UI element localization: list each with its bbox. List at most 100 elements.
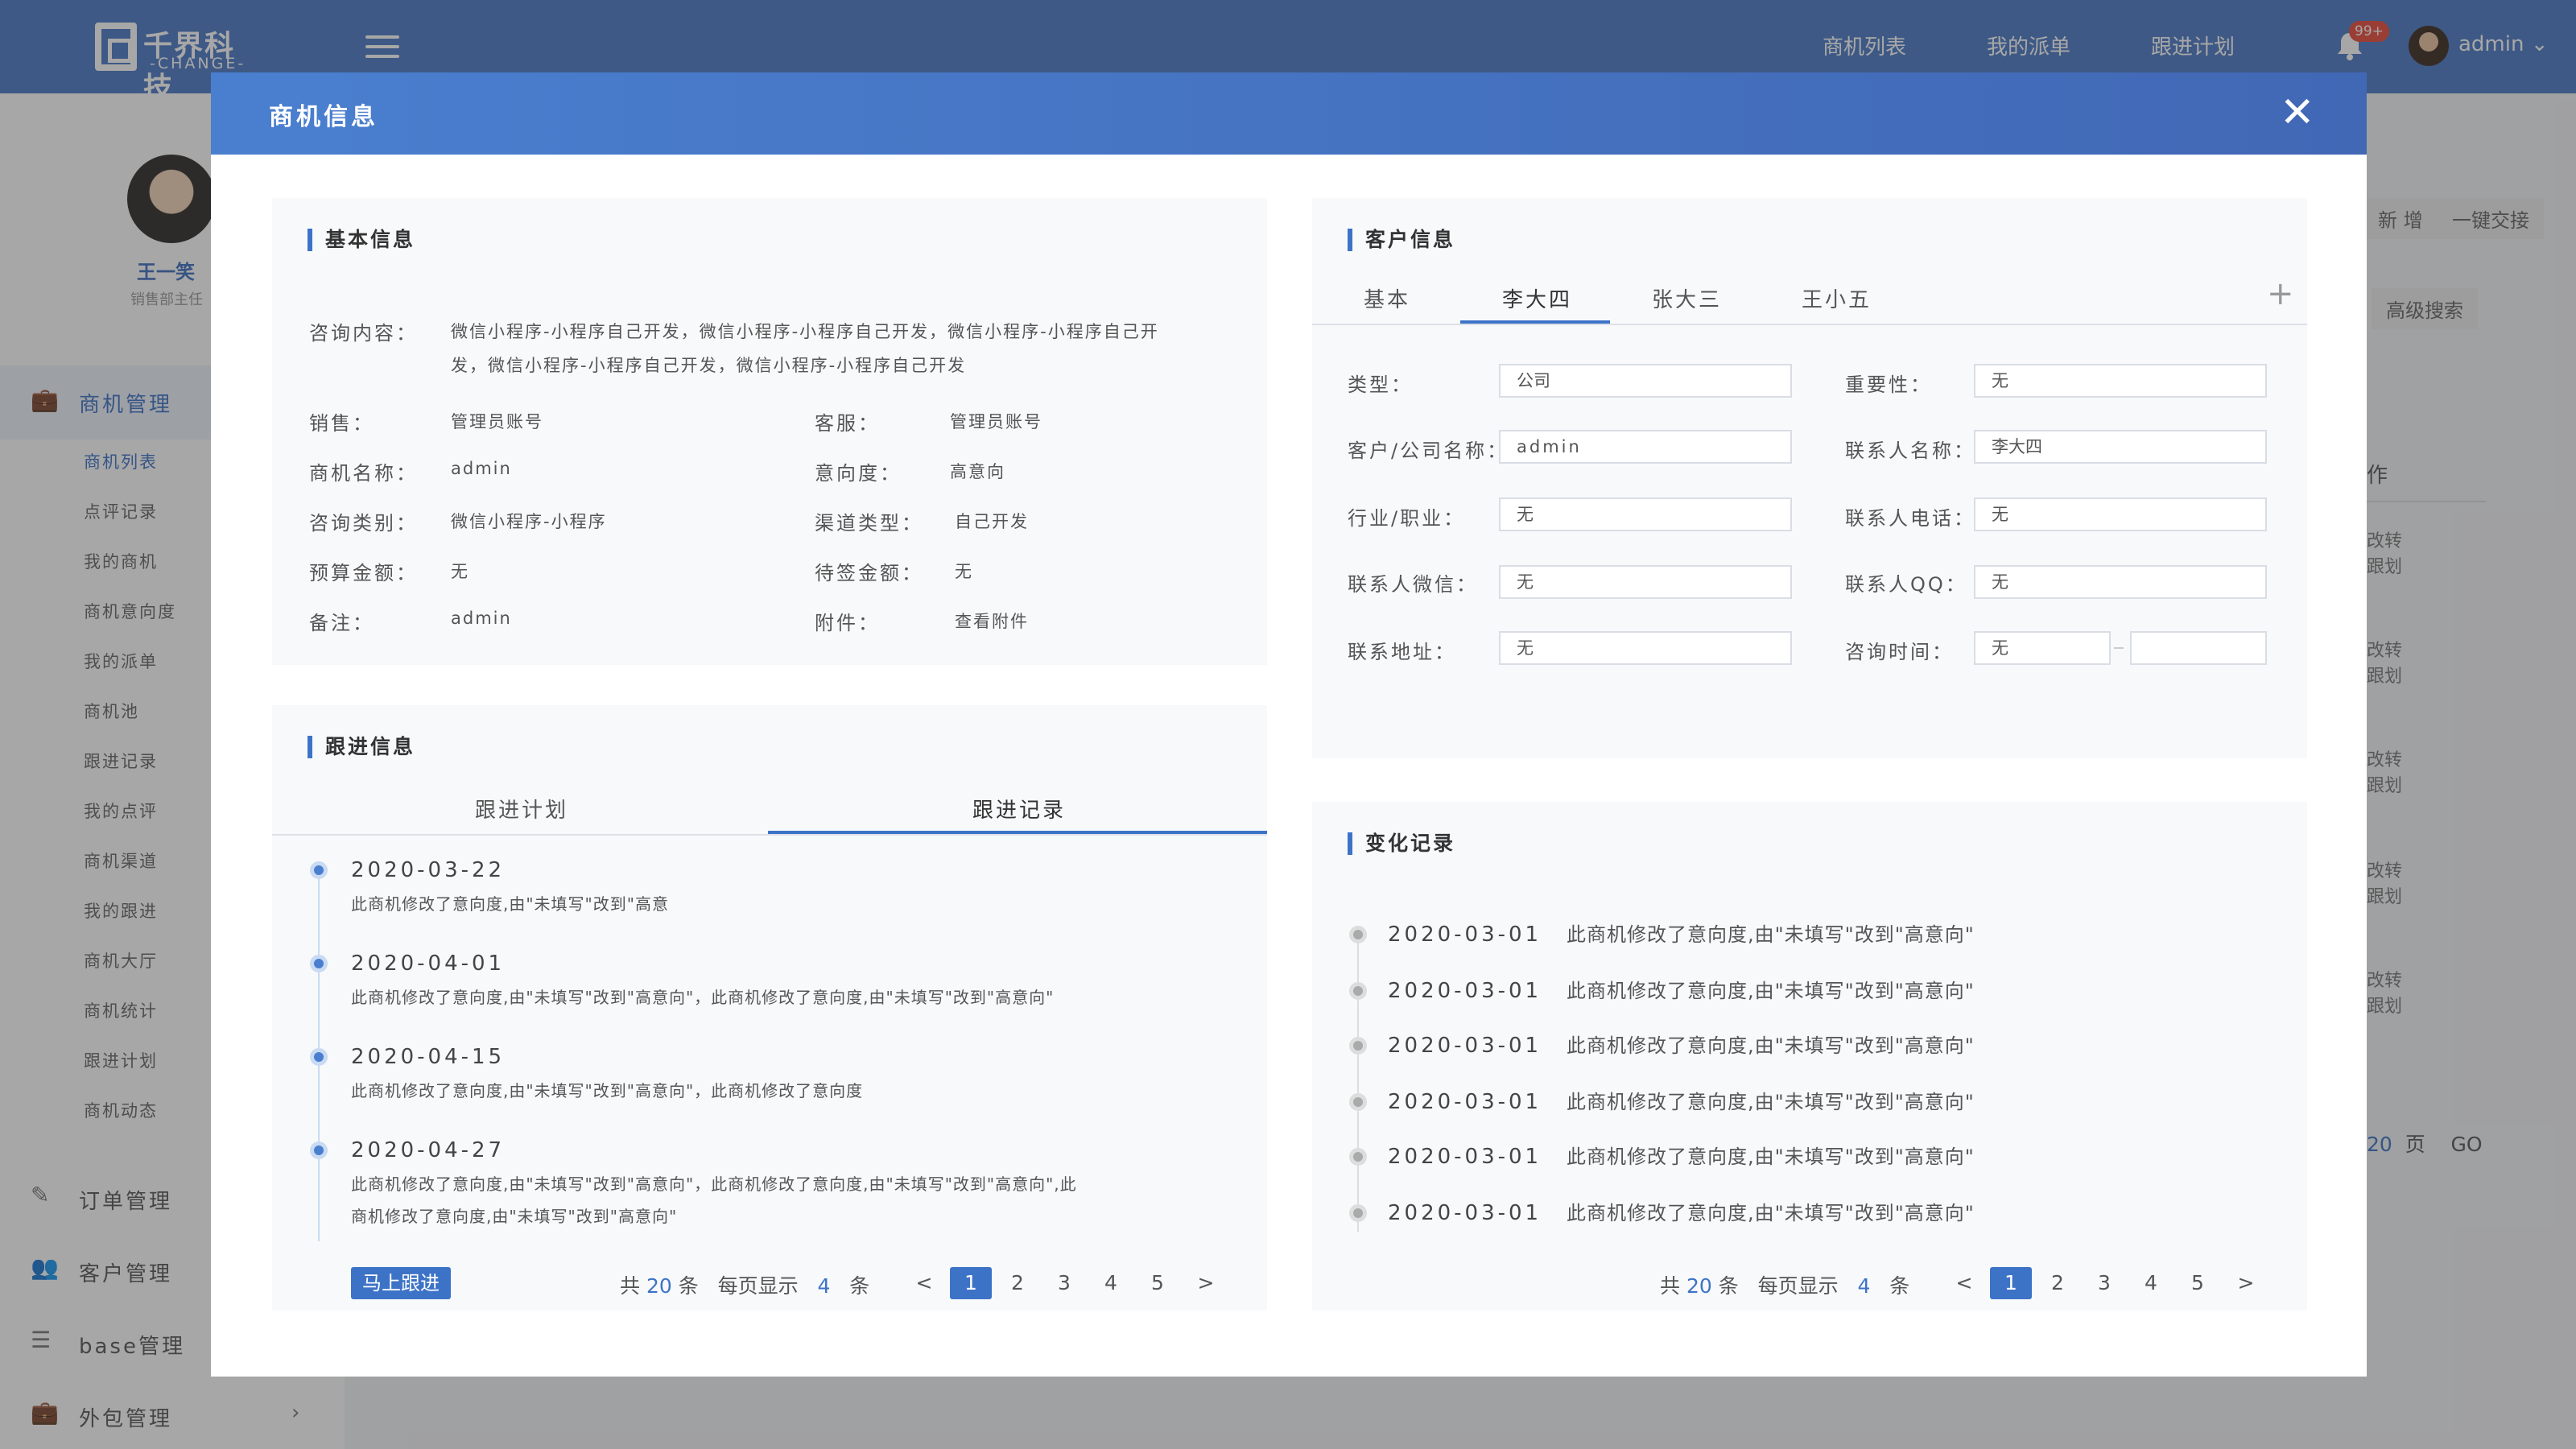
field-label: 咨询时间： — [1845, 641, 1954, 663]
contact-wechat-field[interactable]: 无 — [1499, 565, 1792, 599]
timeline-dot — [1349, 982, 1367, 1000]
field-label: 商机名称： — [309, 462, 418, 485]
field-label: 意向度： — [815, 462, 902, 485]
tab-contact-wang[interactable]: 王小五 — [1802, 283, 1872, 313]
field-label: 重要性： — [1845, 374, 1932, 396]
page-button-1[interactable]: 1 — [950, 1267, 992, 1299]
timeline-dot — [310, 1048, 328, 1066]
timeline-dot — [1349, 1037, 1367, 1055]
followup-date: 2020-04-15 — [351, 1045, 506, 1069]
change-date: 2020-03-01 — [1388, 1034, 1542, 1058]
contact-name-field[interactable]: 李大四 — [1974, 430, 2267, 464]
consult-value-2: 发，微信小程序-小程序自己开发，微信小程序-小程序自己开发 — [451, 356, 967, 375]
tab-followup-record[interactable]: 跟进记录 — [972, 794, 1066, 824]
change-text: 此商机修改了意向度,由"未填写"改到"高意向" — [1567, 1034, 1975, 1057]
address-field[interactable]: 无 — [1499, 631, 1792, 665]
per-page-select[interactable]: 4 — [1857, 1274, 1870, 1298]
consult-label: 咨询内容： — [309, 322, 418, 345]
timeline-dot — [1349, 1204, 1367, 1222]
field-label: 类型： — [1348, 374, 1413, 396]
field-label: 联系人名称： — [1845, 440, 1975, 462]
basic-info-card — [272, 198, 1267, 665]
page-button-4[interactable]: 4 — [2130, 1267, 2172, 1299]
tab-basic[interactable]: 基本 — [1364, 283, 1410, 313]
field-value: 高意向 — [950, 462, 1005, 481]
field-label: 预算金额： — [309, 562, 418, 584]
field-value: 无 — [451, 562, 469, 581]
change-text: 此商机修改了意向度,由"未填写"改到"高意向" — [1567, 980, 1975, 1002]
page-button-4[interactable]: 4 — [1090, 1267, 1132, 1299]
field-value: 自己开发 — [955, 512, 1029, 531]
field-value: admin — [451, 609, 512, 628]
field-label: 备注： — [309, 612, 374, 634]
change-date: 2020-03-01 — [1388, 1090, 1542, 1114]
page-button-2[interactable]: 2 — [2037, 1267, 2079, 1299]
tab-underline-track — [272, 834, 1267, 836]
followup-text: 此商机修改了意向度,由"未填写"改到"高意 — [351, 894, 669, 914]
next-page-button[interactable]: > — [1185, 1267, 1227, 1299]
page-button-1[interactable]: 1 — [1990, 1267, 2032, 1299]
close-icon[interactable]: ✕ — [2280, 89, 2315, 137]
modal-title: 商机信息 — [269, 103, 378, 131]
change-text: 此商机修改了意向度,由"未填写"改到"高意向" — [1567, 1202, 1975, 1224]
field-label: 联系人微信： — [1348, 573, 1478, 596]
field-label: 待签金额： — [815, 562, 923, 584]
company-name-field[interactable]: admin — [1499, 430, 1792, 464]
page-button-5[interactable]: 5 — [1137, 1267, 1179, 1299]
field-label: 附件： — [815, 612, 880, 634]
page-button-5[interactable]: 5 — [2177, 1267, 2219, 1299]
customer-info-card — [1312, 198, 2307, 758]
field-label: 渠道类型： — [815, 512, 923, 535]
consult-time-end[interactable] — [2130, 631, 2267, 665]
tab-followup-plan[interactable]: 跟进计划 — [475, 794, 568, 824]
field-label: 客户/公司名称： — [1348, 440, 1509, 462]
change-date: 2020-03-01 — [1388, 1145, 1542, 1169]
change-text: 此商机修改了意向度,由"未填写"改到"高意向" — [1567, 923, 1975, 946]
modal-header: 商机信息 ✕ — [211, 72, 2367, 155]
field-label: 联系人QQ： — [1845, 573, 1967, 596]
change-records-title: 变化记录 — [1348, 832, 1455, 855]
field-label: 行业/职业： — [1348, 507, 1466, 530]
importance-field[interactable]: 无 — [1974, 364, 2267, 398]
followup-date: 2020-03-22 — [351, 858, 506, 882]
per-page-select[interactable]: 4 — [817, 1274, 830, 1298]
field-label: 客服： — [815, 412, 880, 435]
industry-field[interactable]: 无 — [1499, 497, 1792, 531]
field-label: 联系人电话： — [1845, 507, 1975, 530]
field-label: 咨询类别： — [309, 512, 418, 535]
page-button-3[interactable]: 3 — [2083, 1267, 2125, 1299]
timeline-dot — [310, 1141, 328, 1159]
type-field[interactable]: 公司 — [1499, 364, 1792, 398]
add-contact-icon[interactable]: + — [2267, 275, 2294, 312]
pagination-summary: 共 20 条 每页显示 4 条 — [620, 1274, 870, 1298]
tab-contact-zhang[interactable]: 张大三 — [1652, 283, 1722, 313]
next-page-button[interactable]: > — [2225, 1267, 2267, 1299]
attachment-link[interactable]: 查看附件 — [955, 609, 1029, 633]
field-label: 联系地址： — [1348, 641, 1456, 663]
followup-date: 2020-04-01 — [351, 952, 506, 976]
consult-value-1: 微信小程序-小程序自己开发，微信小程序-小程序自己开发，微信小程序-小程序自己开 — [451, 322, 1159, 341]
page-button-3[interactable]: 3 — [1043, 1267, 1085, 1299]
followup-text: 商机修改了意向度,由"未填写"改到"高意向" — [351, 1207, 678, 1226]
followup-text: 此商机修改了意向度,由"未填写"改到"高意向"，此商机修改了意向度 — [351, 1081, 864, 1100]
field-value: 无 — [955, 562, 973, 581]
timeline-dot — [1349, 926, 1367, 943]
consult-time-start[interactable]: 无 — [1974, 631, 2111, 665]
timeline-line — [1357, 934, 1359, 1232]
field-value: 微信小程序-小程序 — [451, 512, 607, 531]
prev-page-button[interactable]: < — [1943, 1267, 1985, 1299]
follow-now-button[interactable]: 马上跟进 — [351, 1267, 451, 1299]
contact-qq-field[interactable]: 无 — [1974, 565, 2267, 599]
timeline-dot — [310, 955, 328, 972]
opportunity-modal: 商机信息 ✕ 基本信息 咨询内容： 微信小程序-小程序自己开发，微信小程序-小程… — [211, 72, 2367, 1377]
contact-phone-field[interactable]: 无 — [1974, 497, 2267, 531]
timeline-dot — [1349, 1093, 1367, 1111]
followup-title: 跟进信息 — [308, 736, 415, 758]
customer-info-title: 客户信息 — [1348, 229, 1455, 251]
prev-page-button[interactable]: < — [903, 1267, 945, 1299]
timeline-dot — [310, 861, 328, 879]
field-value: 管理员账号 — [451, 412, 543, 431]
page-button-2[interactable]: 2 — [997, 1267, 1038, 1299]
tab-contact-li[interactable]: 李大四 — [1502, 283, 1572, 313]
followup-date: 2020-04-27 — [351, 1138, 506, 1162]
